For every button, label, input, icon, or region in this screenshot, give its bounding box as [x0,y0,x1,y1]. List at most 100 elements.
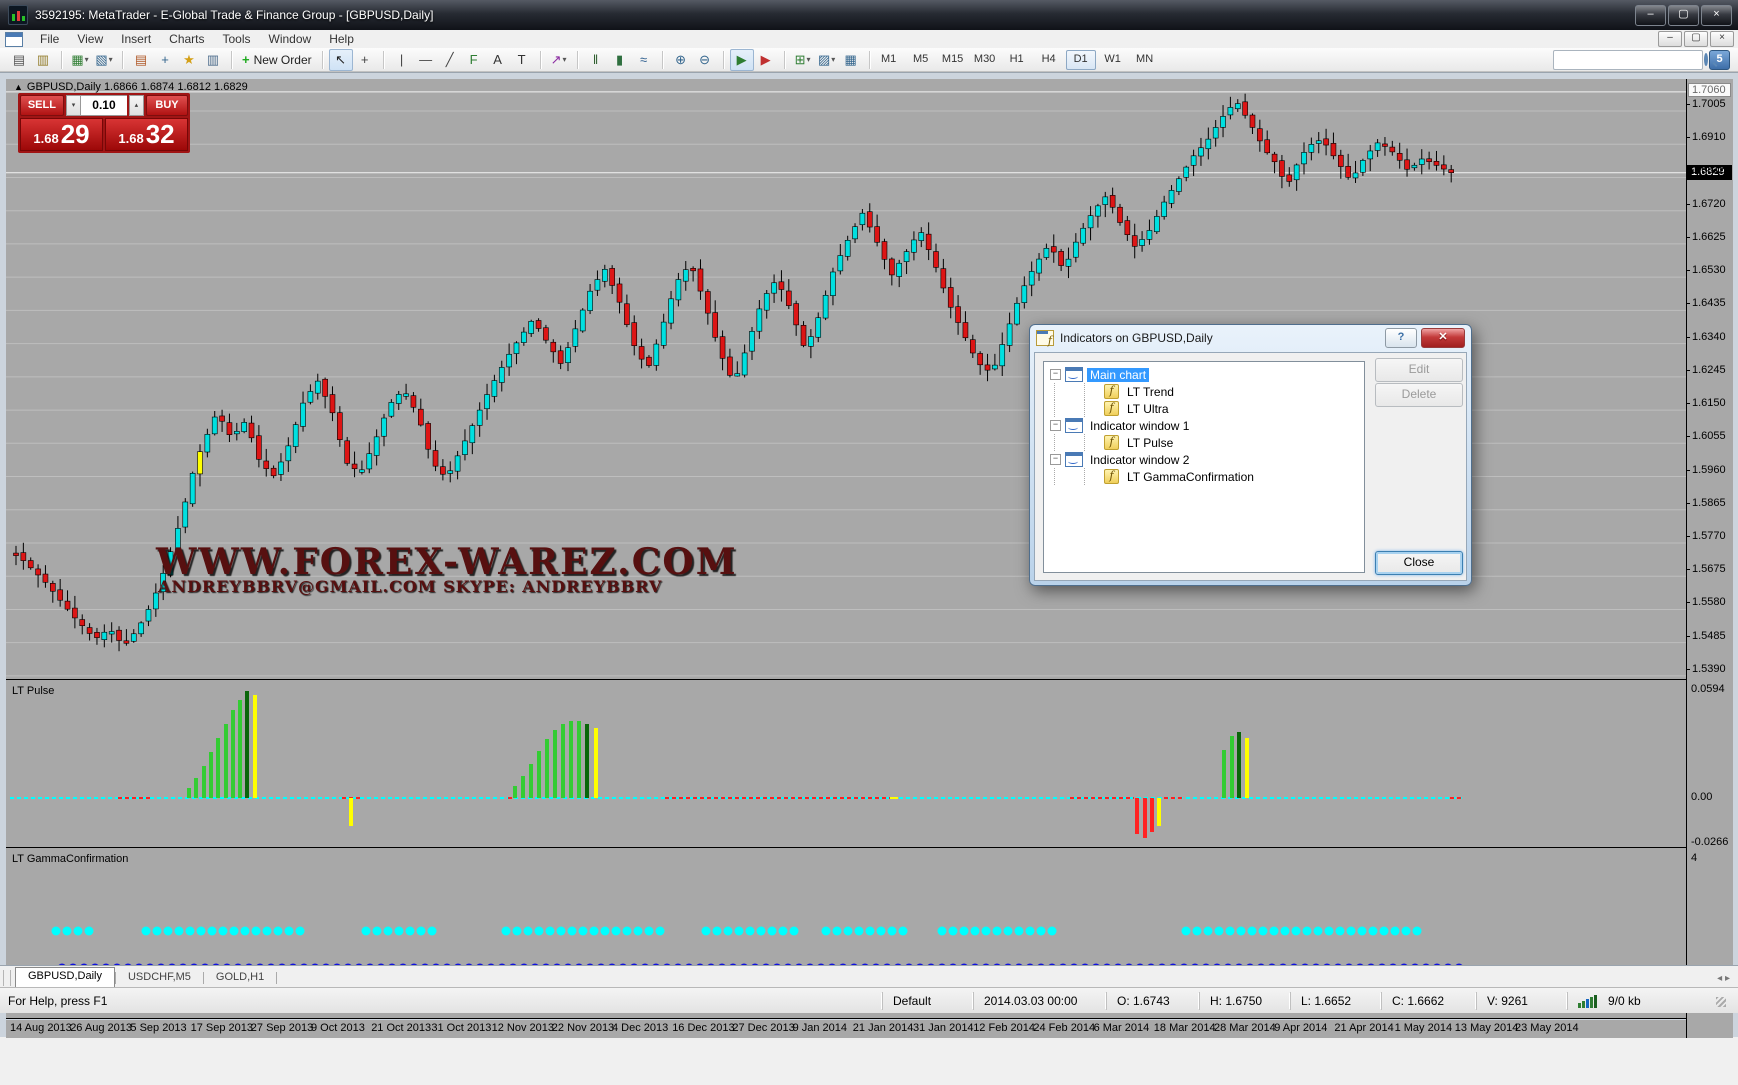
tree-expander-icon[interactable]: − [1050,454,1061,465]
tree-item-lt-ultra[interactable]: fLT Ultra [1044,400,1364,417]
fibonacci-icon[interactable]: F [462,49,486,71]
resize-grip[interactable] [1712,993,1728,1009]
menu-item-view[interactable]: View [68,31,112,47]
sell-button[interactable]: SELL [20,95,64,116]
chart-window-system-icon[interactable] [5,32,23,47]
mdi-minimize-button[interactable]: – [1658,31,1682,47]
timeframe-m30[interactable]: M30 [970,50,1000,70]
price-axis[interactable]: 1.7060 1.6829 1.70051.69101.68151.67201.… [1686,79,1733,1038]
timeframe-m15[interactable]: M15 [938,50,968,70]
fibonacci-icon-glyph: F [470,52,478,67]
data-window-icon[interactable]: + [153,49,177,71]
timeframe-m5[interactable]: M5 [906,50,936,70]
tree-item-indicator-window-1[interactable]: −Indicator window 1 [1044,417,1364,434]
ask-price-display[interactable]: 1.68 32 [105,118,188,151]
autoscroll-icon[interactable]: ▶ [730,49,754,71]
dialog-help-button[interactable]: ? [1385,328,1417,348]
print-preview-icon[interactable]: ▥ [31,49,55,71]
indicators-tree[interactable]: −Main chartfLT TrendfLT Ultra−Indicator … [1043,361,1365,573]
tree-item-label: Main chart [1087,368,1149,382]
tree-expander-icon[interactable]: − [1050,369,1061,380]
menu-item-tools[interactable]: Tools [214,31,260,47]
menu-item-file[interactable]: File [31,31,68,47]
tabs-gripper[interactable] [3,970,11,986]
maximize-button[interactable]: ▢ [1668,5,1699,26]
search-icon[interactable] [1704,53,1708,66]
new-order-button[interactable]: + New Order [235,49,319,71]
mdi-restore-button[interactable]: ▢ [1684,31,1708,47]
tree-item-lt-pulse[interactable]: fLT Pulse [1044,434,1364,451]
text-icon[interactable]: A [486,49,510,71]
volume-input[interactable]: 0.10 [81,95,127,116]
menu-item-window[interactable]: Window [260,31,321,47]
zoom-in-icon[interactable]: ⊕ [669,49,693,71]
mdi-close-button[interactable]: × [1710,31,1734,47]
tile-windows-icon[interactable]: ▦ [839,49,863,71]
timeframe-d1[interactable]: D1 [1066,50,1096,70]
cursor-icon[interactable]: ↖ [329,49,353,71]
search-box[interactable] [1553,50,1703,70]
toolbar-group: |—╱ FAT [387,49,537,71]
chart-template-icon[interactable]: ▨▾ [815,49,839,71]
dialog-title-bar[interactable]: Indicators on GBPUSD,Daily ? ✕ [1030,325,1471,351]
tab-usdchf-m5[interactable]: USDCHF,M5 [116,969,203,987]
navigator-icon[interactable]: ★ [177,49,201,71]
edit-button[interactable]: Edit [1375,358,1463,382]
search-input[interactable] [1554,53,1704,67]
candlestick-chart-icon[interactable]: ▮ [608,49,632,71]
volume-up-stepper[interactable]: ▴ [129,95,144,116]
bar-chart-icon[interactable]: ‖ [584,49,608,71]
vertical-line-icon[interactable]: | [390,49,414,71]
close-button[interactable]: × [1701,5,1732,26]
status-profile[interactable]: Default [882,992,973,1010]
crosshair-icon[interactable]: + [353,49,377,71]
timeframe-mn[interactable]: MN [1130,50,1160,70]
tree-item-main-chart[interactable]: − Main chart [1044,366,1364,383]
menu-item-charts[interactable]: Charts [160,31,213,47]
tree-item-indicator-window-2[interactable]: −Indicator window 2 [1044,451,1364,468]
timeframe-w1[interactable]: W1 [1098,50,1128,70]
tree-item-lt-gammaconfirmation[interactable]: fLT GammaConfirmation [1044,468,1364,485]
buy-button[interactable]: BUY [146,95,188,116]
dialog-close-icon[interactable]: ✕ [1421,328,1465,348]
zoom-out-icon-glyph: ⊖ [699,52,710,68]
collapse-chart-icon[interactable]: ▲ [14,82,23,92]
lt-pulse-panel[interactable]: LT Pulse [6,682,1686,848]
close-dialog-button[interactable]: Close [1375,551,1463,575]
app-icon [8,5,28,25]
label-icon[interactable]: T [510,49,534,71]
bid-price-display[interactable]: 1.68 29 [20,118,103,151]
timeframe-h1[interactable]: H1 [1002,50,1032,70]
menu-item-insert[interactable]: Insert [112,31,160,47]
terminal-icon[interactable]: ▥ [201,49,225,71]
zoom-out-icon[interactable]: ⊖ [693,49,717,71]
delete-button[interactable]: Delete [1375,383,1463,407]
tree-item-lt-trend[interactable]: fLT Trend [1044,383,1364,400]
timeframe-h4[interactable]: H4 [1034,50,1064,70]
horizontal-line-icon[interactable]: — [414,49,438,71]
tree-expander-icon[interactable]: − [1050,420,1061,431]
menu-item-help[interactable]: Help [320,31,363,47]
community-notifications-icon[interactable]: 5 [1709,50,1730,70]
date-label: 9 Jan 2014 [793,1022,847,1034]
shapes-icon[interactable]: ↗▾ [547,49,571,71]
market-watch-icon[interactable]: ▤ [129,49,153,71]
line-chart-icon[interactable]: ≈ [632,49,656,71]
minimize-button[interactable]: – [1635,5,1666,26]
time-axis[interactable]: 14 Aug 201326 Aug 20135 Sep 201317 Sep 2… [6,1020,1686,1038]
trendline-icon[interactable]: ╱ [438,49,462,71]
function-icon: f [1104,435,1119,450]
status-high: H: 1.6750 [1199,992,1290,1010]
tree-indent [1054,434,1074,451]
chart-shift-icon[interactable]: ▶ [754,49,778,71]
volume-down-stepper[interactable]: ▾ [66,95,81,116]
price-tick: 1.6910 [1692,131,1726,143]
print-icon[interactable]: ▤ [7,49,31,71]
profiles-icon[interactable]: ▧▾ [92,49,116,71]
new-chart-icon[interactable]: ▦▾ [68,49,92,71]
timeframe-m1[interactable]: M1 [874,50,904,70]
tab-scroll-arrows[interactable]: ◂ ▸ [1717,973,1730,984]
tab-gbpusd-daily[interactable]: GBPUSD,Daily [15,967,115,987]
tab-gold-h1[interactable]: GOLD,H1 [204,969,276,987]
indicators-add-icon[interactable]: ⊞▾ [791,49,815,71]
